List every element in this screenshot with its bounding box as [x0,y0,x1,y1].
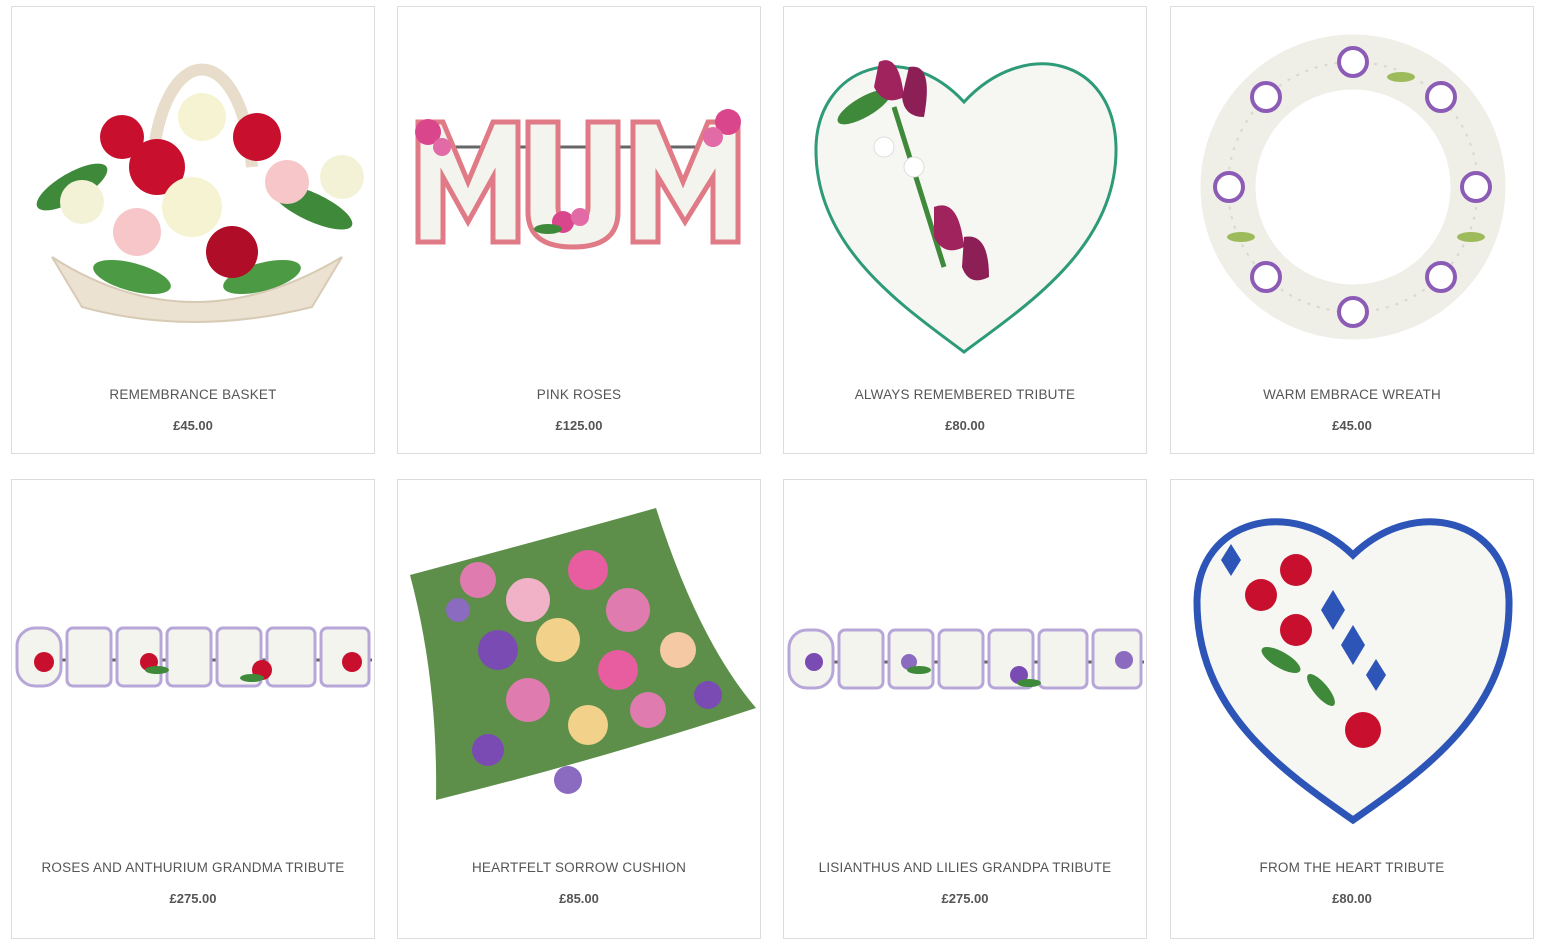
blue-ribbon-heart-icon[interactable] [1171,480,1533,842]
product-name[interactable]: WARM EMBRACE WREATH [1171,387,1533,402]
product-price: £80.00 [945,418,985,433]
lisianthus-wreath-icon[interactable] [1171,7,1533,369]
product-price: £125.00 [555,418,603,433]
product-card[interactable]: FROM THE HEART TRIBUTE £80.00 [1170,479,1534,939]
product-name[interactable]: REMEMBRANCE BASKET [12,387,374,402]
product-name[interactable]: HEARTFELT SORROW CUSHION [398,860,760,875]
product-card[interactable]: ALWAYS REMEMBERED TRIBUTE £80.00 [783,6,1147,454]
product-price: £275.00 [169,891,217,906]
white-heart-calla-icon[interactable] [784,7,1146,369]
product-price: £45.00 [173,418,213,433]
product-name[interactable]: FROM THE HEART TRIBUTE [1171,860,1533,875]
flower-cushion-icon[interactable] [398,480,760,842]
product-grid: REMEMBRANCE BASKET £45.00 PINK ROSES £12… [0,0,1544,939]
grandma-letters-tribute-icon[interactable] [12,480,374,842]
grandpa-letters-tribute-icon[interactable] [784,480,1146,842]
product-name[interactable]: LISIANTHUS AND LILIES GRANDPA TRIBUTE [784,860,1146,875]
product-name[interactable]: ROSES AND ANTHURIUM GRANDMA TRIBUTE [12,860,374,875]
product-name[interactable]: ALWAYS REMEMBERED TRIBUTE [784,387,1146,402]
product-price: £85.00 [559,891,599,906]
product-name[interactable]: PINK ROSES [398,387,760,402]
mum-letters-tribute-icon[interactable] [398,7,760,369]
product-card[interactable]: PINK ROSES £125.00 [397,6,761,454]
product-price: £80.00 [1332,891,1372,906]
basket-arrangement-icon[interactable] [12,7,374,369]
product-card[interactable]: WARM EMBRACE WREATH £45.00 [1170,6,1534,454]
product-card[interactable]: ROSES AND ANTHURIUM GRANDMA TRIBUTE £275… [11,479,375,939]
product-price: £45.00 [1332,418,1372,433]
product-card[interactable]: REMEMBRANCE BASKET £45.00 [11,6,375,454]
product-card[interactable]: HEARTFELT SORROW CUSHION £85.00 [397,479,761,939]
product-card[interactable]: LISIANTHUS AND LILIES GRANDPA TRIBUTE £2… [783,479,1147,939]
product-price: £275.00 [941,891,989,906]
